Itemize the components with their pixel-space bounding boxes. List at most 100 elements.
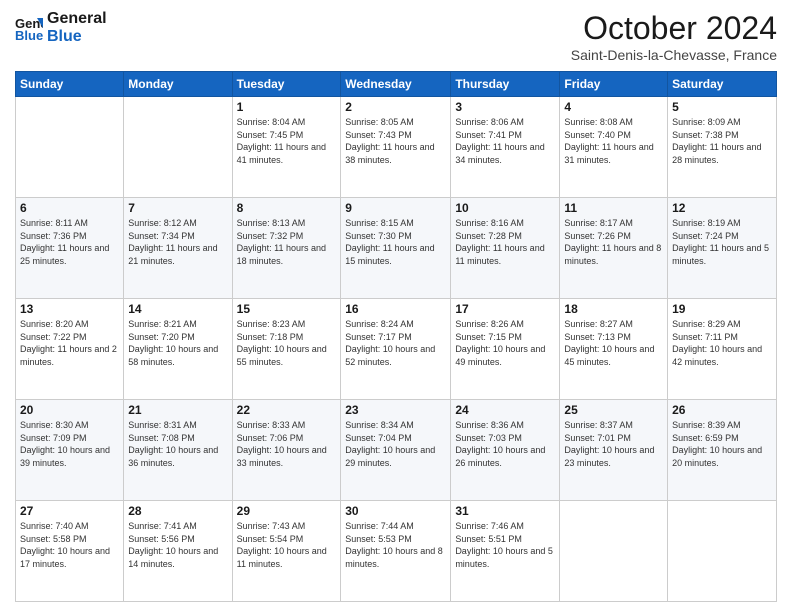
logo-blue: Blue xyxy=(47,28,107,46)
col-wednesday: Wednesday xyxy=(341,72,451,97)
day-info: Sunrise: 8:17 AM Sunset: 7:26 PM Dayligh… xyxy=(564,217,663,267)
day-info: Sunrise: 8:15 AM Sunset: 7:30 PM Dayligh… xyxy=(345,217,446,267)
day-info: Sunrise: 8:33 AM Sunset: 7:06 PM Dayligh… xyxy=(237,419,337,469)
day-number: 27 xyxy=(20,504,119,518)
calendar-cell: 9 Sunrise: 8:15 AM Sunset: 7:30 PM Daylig… xyxy=(341,198,451,299)
day-number: 28 xyxy=(128,504,227,518)
day-number: 9 xyxy=(345,201,446,215)
day-info: Sunrise: 8:12 AM Sunset: 7:34 PM Dayligh… xyxy=(128,217,227,267)
logo-icon: General Blue xyxy=(15,14,43,42)
calendar-cell: 30 Sunrise: 7:44 AM Sunset: 5:53 PM Dayli… xyxy=(341,501,451,602)
day-info: Sunrise: 8:24 AM Sunset: 7:17 PM Dayligh… xyxy=(345,318,446,368)
calendar-cell: 6 Sunrise: 8:11 AM Sunset: 7:36 PM Daylig… xyxy=(16,198,124,299)
day-number: 19 xyxy=(672,302,772,316)
calendar-cell xyxy=(668,501,777,602)
day-number: 24 xyxy=(455,403,555,417)
calendar-cell: 23 Sunrise: 8:34 AM Sunset: 7:04 PM Dayli… xyxy=(341,400,451,501)
calendar-cell: 8Sunrise: 8:13 AM Sunset: 7:32 PM Daylig… xyxy=(232,198,341,299)
location: Saint-Denis-la-Chevasse, France xyxy=(571,47,777,63)
day-number: 5 xyxy=(672,100,772,114)
day-number: 16 xyxy=(345,302,446,316)
day-info: Sunrise: 8:23 AM Sunset: 7:18 PM Dayligh… xyxy=(237,318,337,368)
col-sunday: Sunday xyxy=(16,72,124,97)
calendar-week-2: 6 Sunrise: 8:11 AM Sunset: 7:36 PM Daylig… xyxy=(16,198,777,299)
day-number: 17 xyxy=(455,302,555,316)
day-info: Sunrise: 8:21 AM Sunset: 7:20 PM Dayligh… xyxy=(128,318,227,368)
col-monday: Monday xyxy=(124,72,232,97)
calendar-cell: 2 Sunrise: 8:05 AM Sunset: 7:43 PM Daylig… xyxy=(341,97,451,198)
calendar-cell: 17 Sunrise: 8:26 AM Sunset: 7:15 PM Dayli… xyxy=(451,299,560,400)
day-number: 31 xyxy=(455,504,555,518)
calendar-cell: 27 Sunrise: 7:40 AM Sunset: 5:58 PM Dayli… xyxy=(16,501,124,602)
day-number: 29 xyxy=(237,504,337,518)
day-number: 21 xyxy=(128,403,227,417)
calendar-cell: 5 Sunrise: 8:09 AM Sunset: 7:38 PM Daylig… xyxy=(668,97,777,198)
calendar-cell: 1 Sunrise: 8:04 AM Sunset: 7:45 PM Daylig… xyxy=(232,97,341,198)
calendar-cell: 29Sunrise: 7:43 AM Sunset: 5:54 PM Dayli… xyxy=(232,501,341,602)
day-info: Sunrise: 8:34 AM Sunset: 7:04 PM Dayligh… xyxy=(345,419,446,469)
day-number: 7 xyxy=(128,201,227,215)
day-number: 2 xyxy=(345,100,446,114)
calendar-week-1: 1 Sunrise: 8:04 AM Sunset: 7:45 PM Daylig… xyxy=(16,97,777,198)
day-number: 13 xyxy=(20,302,119,316)
day-info: Sunrise: 8:06 AM Sunset: 7:41 PM Dayligh… xyxy=(455,116,555,166)
day-info: Sunrise: 7:46 AM Sunset: 5:51 PM Dayligh… xyxy=(455,520,555,570)
day-info: Sunrise: 8:19 AM Sunset: 7:24 PM Dayligh… xyxy=(672,217,772,267)
logo: General Blue General Blue xyxy=(15,10,107,45)
col-friday: Friday xyxy=(560,72,668,97)
day-number: 1 xyxy=(237,100,337,114)
calendar-cell: 18Sunrise: 8:27 AM Sunset: 7:13 PM Dayli… xyxy=(560,299,668,400)
calendar-cell: 15 Sunrise: 8:23 AM Sunset: 7:18 PM Dayli… xyxy=(232,299,341,400)
calendar-week-4: 20Sunrise: 8:30 AM Sunset: 7:09 PM Dayli… xyxy=(16,400,777,501)
day-info: Sunrise: 8:30 AM Sunset: 7:09 PM Dayligh… xyxy=(20,419,119,469)
day-info: Sunrise: 8:11 AM Sunset: 7:36 PM Dayligh… xyxy=(20,217,119,267)
col-thursday: Thursday xyxy=(451,72,560,97)
day-number: 8 xyxy=(237,201,337,215)
day-number: 30 xyxy=(345,504,446,518)
svg-text:Blue: Blue xyxy=(15,28,43,42)
day-info: Sunrise: 8:04 AM Sunset: 7:45 PM Dayligh… xyxy=(237,116,337,166)
calendar-cell: 19 Sunrise: 8:29 AM Sunset: 7:11 PM Dayli… xyxy=(668,299,777,400)
calendar-cell: 7 Sunrise: 8:12 AM Sunset: 7:34 PM Daylig… xyxy=(124,198,232,299)
day-info: Sunrise: 8:26 AM Sunset: 7:15 PM Dayligh… xyxy=(455,318,555,368)
day-number: 4 xyxy=(564,100,663,114)
header: General Blue General Blue October 2024 S… xyxy=(15,10,777,63)
day-info: Sunrise: 8:37 AM Sunset: 7:01 PM Dayligh… xyxy=(564,419,663,469)
calendar-cell: 25 Sunrise: 8:37 AM Sunset: 7:01 PM Dayli… xyxy=(560,400,668,501)
calendar-week-5: 27 Sunrise: 7:40 AM Sunset: 5:58 PM Dayli… xyxy=(16,501,777,602)
day-number: 26 xyxy=(672,403,772,417)
day-info: Sunrise: 8:16 AM Sunset: 7:28 PM Dayligh… xyxy=(455,217,555,267)
day-number: 10 xyxy=(455,201,555,215)
calendar-cell: 14Sunrise: 8:21 AM Sunset: 7:20 PM Dayli… xyxy=(124,299,232,400)
day-info: Sunrise: 8:39 AM Sunset: 6:59 PM Dayligh… xyxy=(672,419,772,469)
calendar-cell: 12 Sunrise: 8:19 AM Sunset: 7:24 PM Dayli… xyxy=(668,198,777,299)
day-number: 11 xyxy=(564,201,663,215)
day-info: Sunrise: 8:36 AM Sunset: 7:03 PM Dayligh… xyxy=(455,419,555,469)
day-number: 15 xyxy=(237,302,337,316)
day-number: 25 xyxy=(564,403,663,417)
calendar-table: Sunday Monday Tuesday Wednesday Thursday… xyxy=(15,71,777,602)
calendar-cell: 31 Sunrise: 7:46 AM Sunset: 5:51 PM Dayli… xyxy=(451,501,560,602)
month-title: October 2024 xyxy=(571,10,777,47)
day-info: Sunrise: 8:05 AM Sunset: 7:43 PM Dayligh… xyxy=(345,116,446,166)
calendar-cell: 26 Sunrise: 8:39 AM Sunset: 6:59 PM Dayli… xyxy=(668,400,777,501)
day-info: Sunrise: 7:40 AM Sunset: 5:58 PM Dayligh… xyxy=(20,520,119,570)
day-info: Sunrise: 8:31 AM Sunset: 7:08 PM Dayligh… xyxy=(128,419,227,469)
day-info: Sunrise: 8:09 AM Sunset: 7:38 PM Dayligh… xyxy=(672,116,772,166)
day-info: Sunrise: 7:44 AM Sunset: 5:53 PM Dayligh… xyxy=(345,520,446,570)
day-number: 23 xyxy=(345,403,446,417)
calendar-cell: 28 Sunrise: 7:41 AM Sunset: 5:56 PM Dayli… xyxy=(124,501,232,602)
day-info: Sunrise: 8:08 AM Sunset: 7:40 PM Dayligh… xyxy=(564,116,663,166)
day-info: Sunrise: 7:41 AM Sunset: 5:56 PM Dayligh… xyxy=(128,520,227,570)
calendar-week-3: 13Sunrise: 8:20 AM Sunset: 7:22 PM Dayli… xyxy=(16,299,777,400)
day-number: 6 xyxy=(20,201,119,215)
day-number: 12 xyxy=(672,201,772,215)
calendar-cell: 4 Sunrise: 8:08 AM Sunset: 7:40 PM Daylig… xyxy=(560,97,668,198)
day-number: 22 xyxy=(237,403,337,417)
col-saturday: Saturday xyxy=(668,72,777,97)
day-info: Sunrise: 8:29 AM Sunset: 7:11 PM Dayligh… xyxy=(672,318,772,368)
calendar-cell xyxy=(560,501,668,602)
calendar-cell: 10 Sunrise: 8:16 AM Sunset: 7:28 PM Dayli… xyxy=(451,198,560,299)
logo-general: General xyxy=(47,10,107,28)
day-info: Sunrise: 8:27 AM Sunset: 7:13 PM Dayligh… xyxy=(564,318,663,368)
